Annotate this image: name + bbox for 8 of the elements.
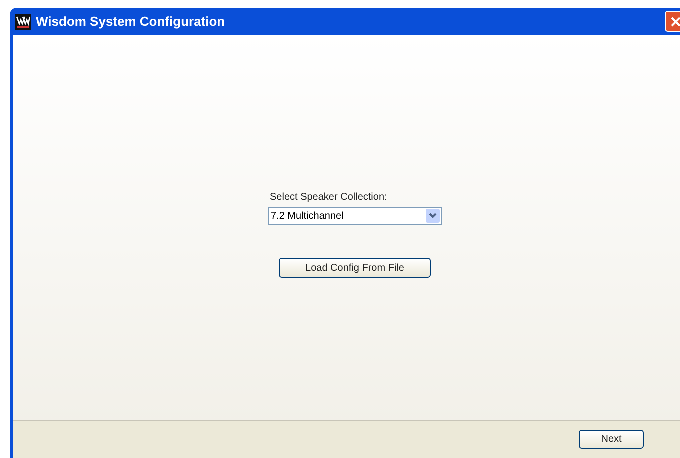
- speaker-collection-dropdown[interactable]: 7.2 Multichannel: [268, 207, 442, 225]
- next-button[interactable]: Next: [579, 430, 644, 449]
- close-button[interactable]: [665, 11, 680, 32]
- app-logo-icon: [15, 14, 31, 30]
- speaker-collection-label: Select Speaker Collection:: [269, 191, 388, 205]
- close-icon: [670, 16, 680, 26]
- load-config-button[interactable]: Load Config From File: [279, 258, 431, 278]
- window-title: Wisdom System Configuration: [36, 12, 226, 31]
